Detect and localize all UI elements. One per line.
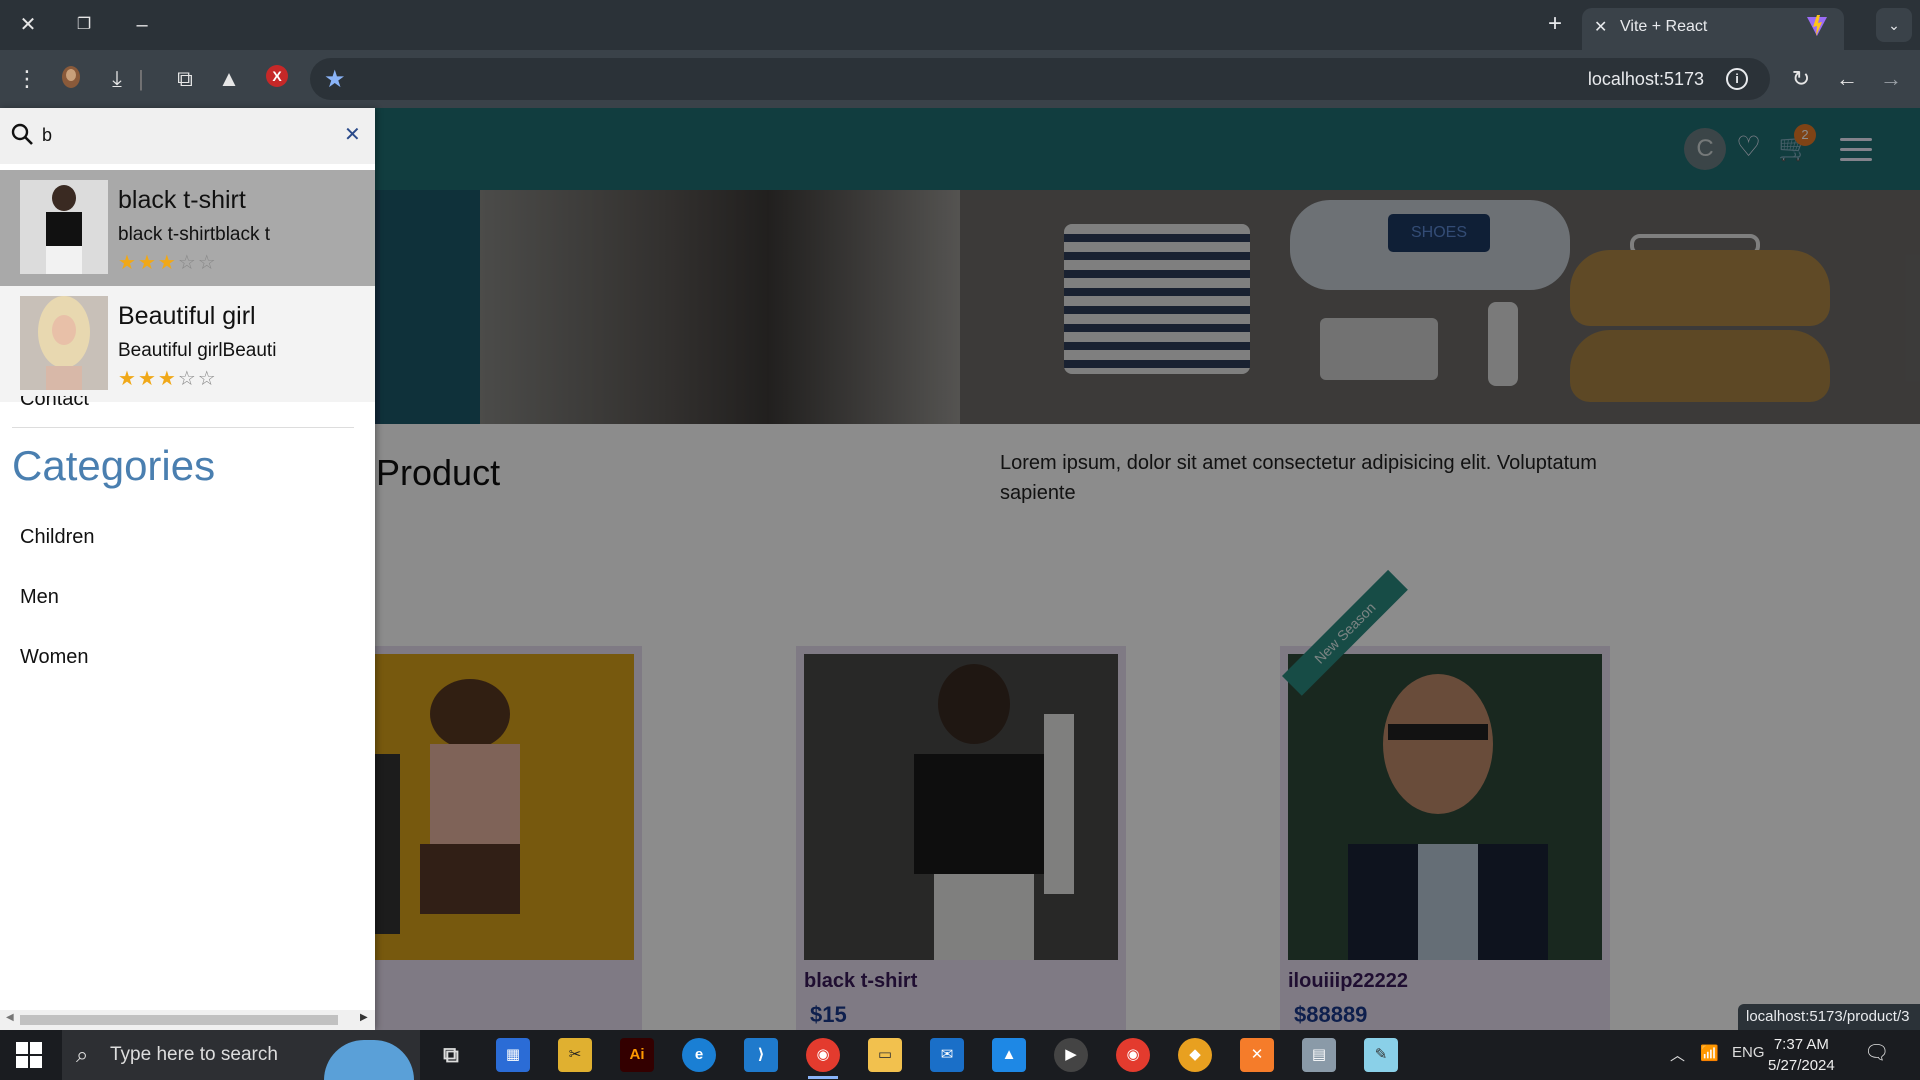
result-title: Beautiful girl: [118, 302, 256, 330]
task-view-icon[interactable]: ⧉: [434, 1038, 468, 1072]
result-rating: ★★★☆☆: [118, 366, 218, 391]
star-filled-icon: ★: [157, 252, 178, 274]
chrome-icon[interactable]: ◉: [806, 1038, 840, 1079]
windows-taskbar: ⌕ Type here to search ⧉ ▦ ✂ Ai e ⟩ ◉ ▭ ✉…: [0, 1030, 1920, 1080]
new-tab-button[interactable]: +: [1540, 10, 1570, 38]
url-text[interactable]: localhost:5173: [1588, 69, 1704, 90]
nav-link-contact[interactable]: Contact: [20, 396, 89, 408]
xampp-icon[interactable]: ✕: [1240, 1038, 1274, 1072]
close-window-icon[interactable]: ✕: [10, 10, 46, 40]
wifi-icon[interactable]: 📶: [1700, 1044, 1719, 1062]
toolbar-divider: |: [138, 66, 144, 91]
star-filled-icon: ★: [118, 368, 138, 390]
search-input[interactable]: [42, 120, 332, 150]
scroll-left-icon[interactable]: ◀: [6, 1012, 14, 1023]
scroll-right-icon[interactable]: ▶: [360, 1012, 368, 1023]
vscode-icon[interactable]: ⟩: [744, 1038, 778, 1072]
profile-extension-icon[interactable]: [56, 64, 86, 94]
chrome-profile-icon[interactable]: ◉: [1116, 1038, 1150, 1072]
drawer-divider: [12, 427, 354, 428]
tab-close-icon[interactable]: ✕: [1594, 17, 1607, 37]
browser-tab-bar: ✕ ❐ – + ✕ Vite + React ⌄: [0, 0, 1920, 50]
categories-heading: Categories: [12, 442, 216, 489]
side-drawer: ✕ black t-shirt black t-shirtblack t ★★★…: [0, 108, 375, 1030]
star-filled-icon: ★: [137, 252, 158, 274]
star-empty-icon: ☆: [177, 252, 198, 274]
download-icon[interactable]: ⤓: [102, 64, 132, 94]
star-filled-icon: ★: [137, 368, 158, 390]
category-women[interactable]: Women: [20, 646, 89, 669]
edge-browser-icon[interactable]: e: [682, 1038, 716, 1072]
result-thumbnail: [20, 296, 108, 390]
file-explorer-icon[interactable]: ▭: [868, 1038, 902, 1072]
taskbar-search-placeholder: Type here to search: [110, 1044, 278, 1065]
result-description: Beautiful girlBeauti: [118, 340, 277, 361]
notifications-icon[interactable]: 🗨: [1864, 1040, 1889, 1065]
star-filled-icon: ★: [157, 368, 178, 390]
mail-icon[interactable]: ✉: [930, 1038, 964, 1072]
illustrator-icon[interactable]: Ai: [620, 1038, 654, 1072]
search-icon: [11, 123, 33, 145]
tab-title: Vite + React: [1620, 18, 1708, 35]
search-result-item[interactable]: black t-shirt black t-shirtblack t ★★★☆☆: [0, 170, 375, 286]
star-empty-icon: ☆: [197, 252, 218, 274]
browser-toolbar: ⋮ ⤓ | ⧉ ▲ X ★ localhost:5173 i ↻ ← →: [0, 50, 1920, 108]
search-result-item[interactable]: Beautiful girl Beautiful girlBeauti ★★★☆…: [0, 286, 375, 402]
restore-window-icon[interactable]: ❐: [66, 10, 102, 40]
result-rating: ★★★☆☆: [118, 250, 218, 275]
brave-vpn-icon[interactable]: ◆: [1178, 1038, 1212, 1072]
mountain-extension-icon[interactable]: ▲: [214, 64, 244, 94]
svg-text:X: X: [272, 68, 282, 84]
result-thumbnail: [20, 180, 108, 274]
minimize-window-icon[interactable]: –: [124, 10, 160, 40]
site-info-icon[interactable]: i: [1726, 68, 1748, 90]
address-bar[interactable]: ★ localhost:5173 i: [310, 58, 1770, 100]
scrollbar-thumb[interactable]: [20, 1015, 338, 1025]
media-player-icon[interactable]: ▶: [1054, 1038, 1088, 1072]
star-empty-icon: ☆: [197, 368, 218, 390]
forward-arrow-icon[interactable]: →: [1876, 64, 1906, 94]
tab-search-chevron-icon[interactable]: ⌄: [1876, 8, 1912, 42]
photos-icon[interactable]: ▲: [992, 1038, 1026, 1072]
kebab-menu-icon[interactable]: ⋮: [12, 64, 42, 94]
extensions-puzzle-icon[interactable]: ⧉: [170, 64, 200, 94]
result-title: black t-shirt: [118, 186, 246, 214]
reload-icon[interactable]: ↻: [1786, 64, 1816, 94]
search-bar: ✕: [0, 108, 375, 164]
search-highlight-illustration: [324, 1040, 414, 1080]
microsoft-store-icon[interactable]: ▦: [496, 1038, 530, 1072]
language-indicator[interactable]: ENG: [1732, 1044, 1765, 1061]
star-empty-icon: ☆: [177, 368, 198, 390]
result-description: black t-shirtblack t: [118, 224, 271, 245]
system-clock[interactable]: 7:37 AM 5/27/2024: [1768, 1034, 1835, 1076]
vite-logo-icon: [1807, 15, 1827, 36]
browser-tab[interactable]: ✕ Vite + React: [1582, 8, 1844, 50]
x-extension-icon[interactable]: X: [262, 64, 292, 94]
tray-overflow-chevron-icon[interactable]: ︿: [1670, 1044, 1685, 1065]
clock-time: 7:37 AM: [1773, 1036, 1829, 1053]
taskbar-search-box[interactable]: ⌕ Type here to search: [62, 1030, 420, 1080]
windows-start-icon[interactable]: [16, 1042, 42, 1068]
back-arrow-icon[interactable]: ←: [1832, 64, 1862, 94]
category-children[interactable]: Children: [20, 526, 94, 549]
taskbar-search-icon: ⌕: [76, 1042, 89, 1067]
clear-search-icon[interactable]: ✕: [344, 122, 361, 147]
category-men[interactable]: Men: [20, 586, 59, 609]
window-app-icon[interactable]: ▤: [1302, 1038, 1336, 1072]
snip-tool-icon[interactable]: ✂: [558, 1038, 592, 1072]
clock-date: 5/27/2024: [1768, 1057, 1835, 1074]
bookmark-star-icon[interactable]: ★: [324, 65, 346, 94]
star-filled-icon: ★: [118, 252, 138, 274]
paint-icon[interactable]: ✎: [1364, 1038, 1398, 1072]
horizontal-scrollbar[interactable]: ◀ ▶: [0, 1010, 375, 1030]
link-status-tooltip: localhost:5173/product/3: [1738, 1004, 1920, 1030]
